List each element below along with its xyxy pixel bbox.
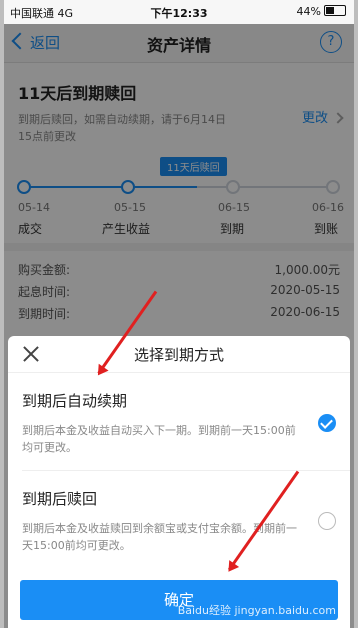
divider — [22, 470, 350, 471]
option-description: 到期后本金及收益赎回到余额宝或支付宝余额。到期前一天15:00前均可更改。 — [22, 522, 297, 552]
radio-unchecked-icon[interactable] — [318, 512, 336, 530]
option-redeem[interactable]: 到期后赎回 到期后本金及收益赎回到余额宝或支付宝余额。到期前一天15:00前均可… — [8, 488, 350, 568]
watermark: Baidu经验 jingyan.baidu.com — [177, 604, 336, 617]
option-title: 到期后自动续期 — [22, 392, 128, 410]
maturity-option-sheet: 选择到期方式 到期后自动续期 到期后本金及收益自动买入下一期。到期前一天15:0… — [8, 336, 350, 628]
sheet-title: 选择到期方式 — [133, 346, 224, 364]
option-title: 到期后赎回 — [22, 490, 98, 508]
sheet-header: 选择到期方式 — [8, 336, 350, 373]
radio-checked-icon[interactable] — [318, 414, 336, 432]
option-description: 到期后本金及收益自动买入下一期。到期前一天15:00前均可更改。 — [22, 424, 296, 454]
battery-icon — [324, 5, 346, 16]
option-auto-renew[interactable]: 到期后自动续期 到期后本金及收益自动买入下一期。到期前一天15:00前均可更改。 — [8, 390, 350, 470]
status-bar: 中国联通 4G 下午12:33 44% — [4, 0, 354, 24]
phone-screen: 中国联通 4G 下午12:33 44% 返回 资产详情 ? 11天后到期赎回 到… — [0, 0, 358, 628]
battery-level: 44% — [296, 5, 321, 18]
